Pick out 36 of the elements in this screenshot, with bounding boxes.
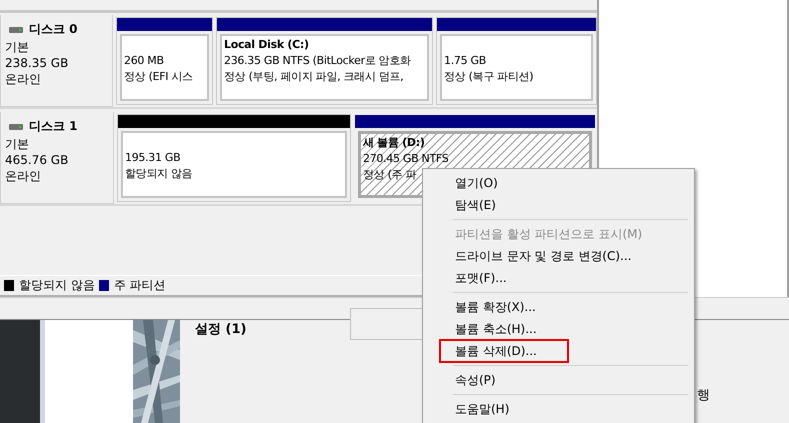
partition[interactable]: 1.75 GB 정상 (복구 파티션) [436, 17, 597, 105]
disk-size: 465.76 GB [5, 152, 70, 168]
menu-item[interactable]: 볼륨 삭제(D)... [439, 339, 569, 363]
menu-item[interactable]: 열기(O) [455, 174, 498, 192]
partition-size: 260 MB [124, 53, 164, 69]
disk-name: 디스크 1 [29, 118, 78, 135]
disk-status: 온라인 [5, 71, 42, 87]
text-fragment: 행 [697, 387, 710, 404]
partition-status: 정상 (주 파 [363, 167, 416, 183]
menu-item[interactable]: 볼륨 확장(X)... [455, 298, 536, 316]
menu-item[interactable]: 속성(P) [455, 371, 496, 389]
partition[interactable]: 260 MB 정상 (EFI 시스 [116, 17, 213, 105]
menu-item[interactable]: 볼륨 축소(H)... [455, 320, 537, 338]
disk-type: 기본 [5, 39, 30, 55]
menu-item[interactable]: 드라이브 문자 및 경로 변경(C)... [455, 247, 632, 265]
section-heading: 설정 (1) [195, 321, 246, 338]
partition-size: 195.31 GB [125, 150, 180, 166]
disk-type: 기본 [5, 136, 30, 152]
partition[interactable]: 195.31 GB 할당되지 않음 [117, 114, 351, 202]
partition-status: 정상 (부팅, 페이지 파일, 크래시 덤프, [224, 69, 404, 85]
partition-size: 270.45 GB NTFS [363, 151, 448, 167]
legend-label: 할당되지 않음 [19, 277, 95, 294]
partition-size: 236.35 GB NTFS (BitLocker로 암호화 [224, 53, 411, 69]
partition-status: 정상 (복구 파티션) [444, 69, 534, 85]
partition-status: 정상 (EFI 시스 [124, 69, 193, 85]
partition-title: Local Disk (C:) [224, 37, 309, 53]
disk-status: 온라인 [5, 168, 42, 184]
disk-size: 238.35 GB [5, 55, 70, 71]
disk-name: 디스크 0 [29, 21, 78, 38]
legend-label: 주 파티션 [114, 277, 166, 294]
partition[interactable]: Local Disk (C:) 236.35 GB NTFS (BitLocker로 암호화 정상 (부팅, 페이지 파일, 크래시 덤프, [216, 17, 433, 105]
partition-title: 새 볼륨 (D:) [363, 135, 425, 151]
partition-status: 할당되지 않음 [125, 166, 192, 182]
menu-item[interactable]: 포맷(F)... [455, 269, 507, 287]
partition-size: 1.75 GB [444, 53, 486, 69]
menu-item[interactable]: 도움말(H) [455, 400, 510, 418]
